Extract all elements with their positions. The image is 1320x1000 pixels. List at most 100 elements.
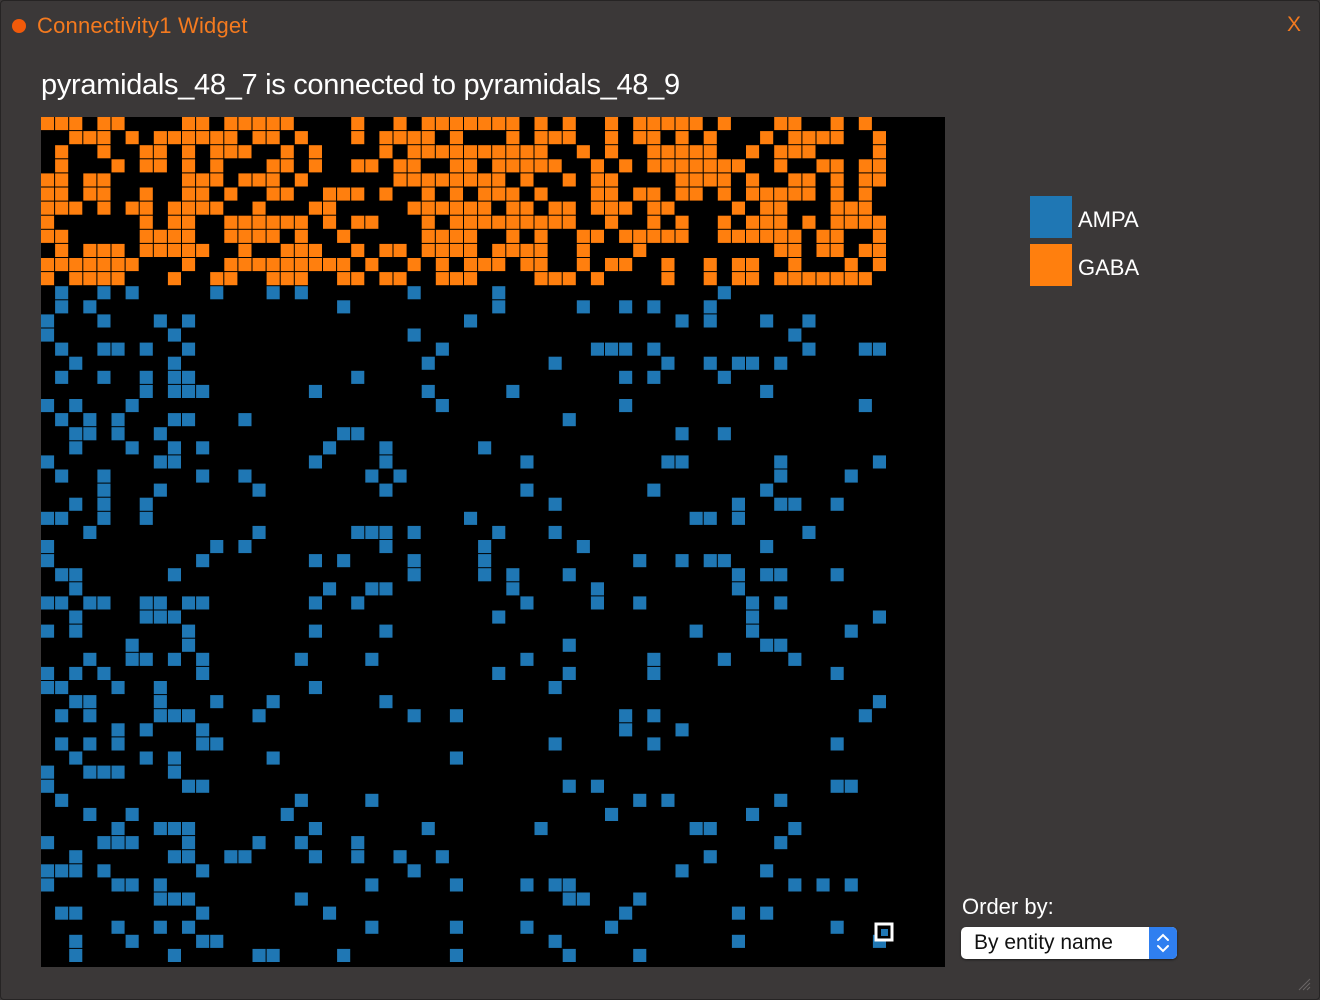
matrix-cell[interactable]	[407, 145, 421, 159]
matrix-cell[interactable]	[69, 272, 83, 286]
matrix-cell[interactable]	[689, 822, 703, 836]
matrix-cell[interactable]	[167, 441, 181, 455]
matrix-cell[interactable]	[167, 652, 181, 666]
matrix-cell[interactable]	[520, 652, 534, 666]
matrix-cell[interactable]	[153, 695, 167, 709]
matrix-cell[interactable]	[294, 836, 308, 850]
matrix-cell[interactable]	[266, 695, 280, 709]
matrix-cell[interactable]	[83, 272, 97, 286]
matrix-cell[interactable]	[605, 215, 619, 229]
matrix-cell[interactable]	[464, 229, 478, 243]
matrix-cell[interactable]	[97, 497, 111, 511]
matrix-cell[interactable]	[717, 427, 731, 441]
matrix-cell[interactable]	[167, 131, 181, 145]
matrix-cell[interactable]	[760, 131, 774, 145]
matrix-cell[interactable]	[393, 131, 407, 145]
matrix-cell[interactable]	[280, 187, 294, 201]
matrix-cell[interactable]	[210, 173, 224, 187]
matrix-cell[interactable]	[167, 610, 181, 624]
matrix-cell[interactable]	[731, 159, 745, 173]
matrix-cell[interactable]	[196, 906, 210, 920]
matrix-cell[interactable]	[69, 201, 83, 215]
matrix-cell[interactable]	[182, 920, 196, 934]
matrix-cell[interactable]	[421, 145, 435, 159]
matrix-cell[interactable]	[562, 131, 576, 145]
matrix-cell[interactable]	[661, 793, 675, 807]
matrix-cell[interactable]	[125, 836, 139, 850]
matrix-cell[interactable]	[55, 145, 69, 159]
matrix-cell[interactable]	[41, 624, 55, 638]
matrix-cell[interactable]	[464, 272, 478, 286]
matrix-cell[interactable]	[703, 554, 717, 568]
matrix-cell[interactable]	[266, 159, 280, 173]
matrix-cell[interactable]	[41, 765, 55, 779]
matrix-cell[interactable]	[464, 201, 478, 215]
matrix-cell[interactable]	[379, 441, 393, 455]
matrix-cell[interactable]	[435, 229, 449, 243]
matrix-cell[interactable]	[633, 892, 647, 906]
matrix-cell[interactable]	[802, 215, 816, 229]
matrix-cell[interactable]	[139, 243, 153, 257]
matrix-cell[interactable]	[661, 159, 675, 173]
matrix-cell[interactable]	[844, 215, 858, 229]
matrix-cell[interactable]	[788, 878, 802, 892]
matrix-cell[interactable]	[421, 822, 435, 836]
matrix-cell[interactable]	[675, 215, 689, 229]
matrix-cell[interactable]	[562, 272, 576, 286]
matrix-cell[interactable]	[435, 201, 449, 215]
matrix-cell[interactable]	[548, 737, 562, 751]
matrix-cell[interactable]	[167, 822, 181, 836]
matrix-cell[interactable]	[421, 201, 435, 215]
matrix-cell[interactable]	[520, 920, 534, 934]
matrix-cell[interactable]	[238, 173, 252, 187]
matrix-cell[interactable]	[55, 511, 69, 525]
matrix-cell[interactable]	[83, 807, 97, 821]
matrix-cell[interactable]	[167, 229, 181, 243]
matrix-cell[interactable]	[858, 201, 872, 215]
matrix-cell[interactable]	[633, 596, 647, 610]
matrix-cell[interactable]	[675, 187, 689, 201]
matrix-cell[interactable]	[139, 384, 153, 398]
matrix-cell[interactable]	[337, 300, 351, 314]
matrix-cell[interactable]	[210, 737, 224, 751]
matrix-cell[interactable]	[111, 822, 125, 836]
matrix-cell[interactable]	[605, 342, 619, 356]
matrix-cell[interactable]	[506, 131, 520, 145]
matrix-cell[interactable]	[647, 652, 661, 666]
matrix-cell[interactable]	[182, 836, 196, 850]
matrix-cell[interactable]	[379, 131, 393, 145]
matrix-cell[interactable]	[703, 314, 717, 328]
matrix-cell[interactable]	[774, 596, 788, 610]
matrix-cell[interactable]	[224, 117, 238, 131]
matrix-cell[interactable]	[830, 229, 844, 243]
matrix-cell[interactable]	[182, 145, 196, 159]
matrix-cell[interactable]	[717, 117, 731, 131]
matrix-cell[interactable]	[605, 145, 619, 159]
matrix-cell[interactable]	[548, 497, 562, 511]
matrix-cell[interactable]	[746, 229, 760, 243]
matrix-cell[interactable]	[41, 258, 55, 272]
matrix-cell[interactable]	[478, 554, 492, 568]
matrix-cell[interactable]	[125, 201, 139, 215]
matrix-cell[interactable]	[210, 131, 224, 145]
matrix-cell[interactable]	[576, 540, 590, 554]
matrix-cell[interactable]	[97, 342, 111, 356]
matrix-cell[interactable]	[774, 201, 788, 215]
matrix-cell[interactable]	[407, 554, 421, 568]
matrix-cell[interactable]	[83, 709, 97, 723]
matrix-cell[interactable]	[196, 864, 210, 878]
matrix-cell[interactable]	[83, 173, 97, 187]
matrix-cell[interactable]	[449, 709, 463, 723]
matrix-cell[interactable]	[69, 427, 83, 441]
matrix-cell[interactable]	[280, 258, 294, 272]
matrix-cell[interactable]	[210, 695, 224, 709]
matrix-cell[interactable]	[379, 695, 393, 709]
matrix-cell[interactable]	[872, 159, 886, 173]
matrix-cell[interactable]	[788, 652, 802, 666]
matrix-cell[interactable]	[661, 117, 675, 131]
matrix-cell[interactable]	[830, 779, 844, 793]
matrix-cell[interactable]	[802, 145, 816, 159]
matrix-cell[interactable]	[492, 243, 506, 257]
matrix-cell[interactable]	[252, 229, 266, 243]
matrix-cell[interactable]	[238, 258, 252, 272]
